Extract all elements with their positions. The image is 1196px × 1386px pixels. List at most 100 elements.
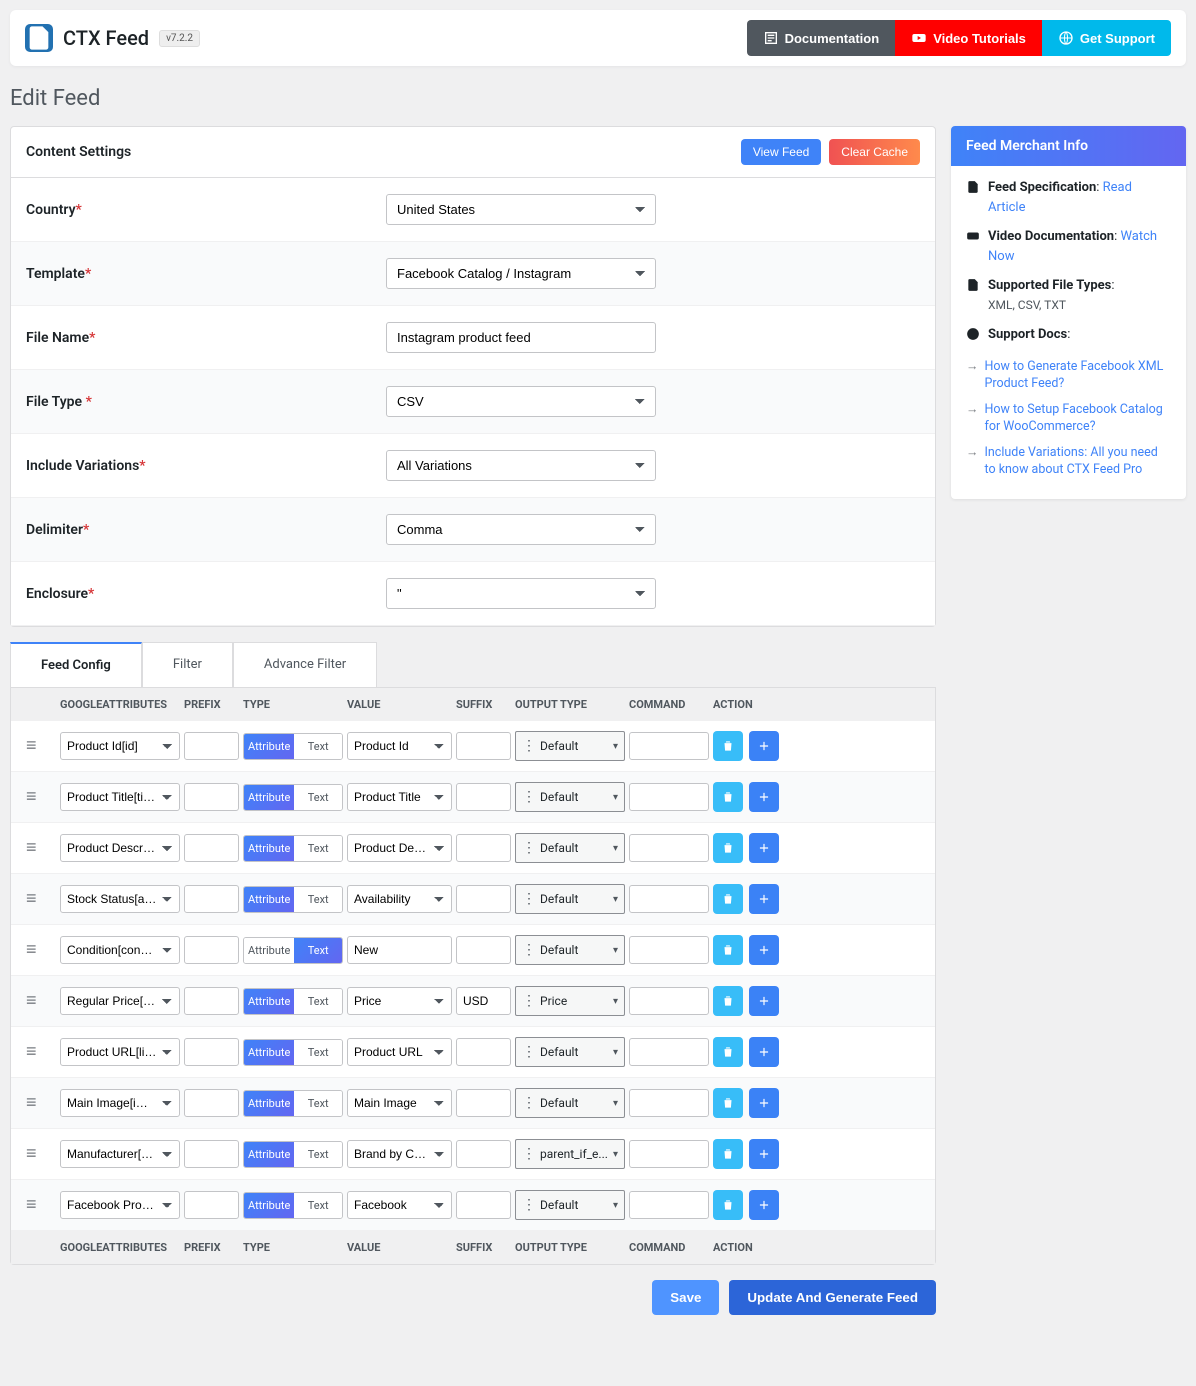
documentation-button[interactable]: Documentation [747, 20, 896, 56]
view-feed-button[interactable]: View Feed [741, 139, 821, 165]
type-text-button[interactable]: Text [294, 1040, 342, 1065]
prefix-input[interactable] [184, 783, 239, 811]
delete-row-button[interactable] [713, 1037, 743, 1067]
add-row-button[interactable] [749, 782, 779, 812]
add-row-button[interactable] [749, 884, 779, 914]
output-type-select[interactable]: ⋮Default [515, 1190, 625, 1220]
output-type-select[interactable]: ⋮Default [515, 935, 625, 965]
drag-handle-icon[interactable]: ≡ [26, 1196, 56, 1214]
google-attribute-select[interactable]: Stock Status[availability] [60, 885, 180, 913]
output-type-select[interactable]: ⋮Default [515, 1037, 625, 1067]
google-attribute-select[interactable]: Condition[condition] [60, 936, 180, 964]
prefix-input[interactable] [184, 732, 239, 760]
drag-handle-icon[interactable]: ≡ [26, 788, 56, 806]
type-attribute-button[interactable]: Attribute [244, 1040, 294, 1065]
add-row-button[interactable] [749, 731, 779, 761]
command-input[interactable] [629, 783, 709, 811]
suffix-input[interactable] [456, 987, 511, 1015]
type-text-button[interactable]: Text [294, 836, 342, 861]
enclosure-select[interactable]: " [386, 578, 656, 609]
google-attribute-select[interactable]: Product Description [60, 834, 180, 862]
prefix-input[interactable] [184, 987, 239, 1015]
command-input[interactable] [629, 834, 709, 862]
suffix-input[interactable] [456, 834, 511, 862]
country-select[interactable]: United States [386, 194, 656, 225]
drag-handle-icon[interactable]: ≡ [26, 992, 56, 1010]
add-row-button[interactable] [749, 1190, 779, 1220]
add-row-button[interactable] [749, 1139, 779, 1169]
type-text-button[interactable]: Text [294, 785, 342, 810]
drag-handle-icon[interactable]: ≡ [26, 1043, 56, 1061]
add-row-button[interactable] [749, 833, 779, 863]
delimiter-select[interactable]: Comma [386, 514, 656, 545]
delete-row-button[interactable] [713, 731, 743, 761]
save-button[interactable]: Save [652, 1280, 719, 1315]
type-attribute-button[interactable]: Attribute [244, 938, 294, 963]
video-tutorials-button[interactable]: Video Tutorials [895, 20, 1042, 56]
type-text-button[interactable]: Text [294, 734, 342, 759]
command-input[interactable] [629, 987, 709, 1015]
prefix-input[interactable] [184, 1140, 239, 1168]
value-select[interactable]: Product Description [347, 834, 452, 862]
filetype-select[interactable]: CSV [386, 386, 656, 417]
google-attribute-select[interactable]: Facebook Product Category [60, 1191, 180, 1219]
value-select[interactable]: Main Image [347, 1089, 452, 1117]
output-type-select[interactable]: ⋮Price [515, 986, 625, 1016]
value-select[interactable]: Product URL [347, 1038, 452, 1066]
support-doc-link[interactable]: How to Generate Facebook XML Product Fee… [985, 358, 1172, 393]
type-text-button[interactable]: Text [294, 989, 342, 1014]
suffix-input[interactable] [456, 1089, 511, 1117]
drag-handle-icon[interactable]: ≡ [26, 890, 56, 908]
drag-handle-icon[interactable]: ≡ [26, 839, 56, 857]
support-doc-link[interactable]: How to Setup Facebook Catalog for WooCom… [985, 401, 1172, 436]
delete-row-button[interactable] [713, 986, 743, 1016]
add-row-button[interactable] [749, 986, 779, 1016]
type-text-button[interactable]: Text [294, 887, 342, 912]
delete-row-button[interactable] [713, 1190, 743, 1220]
command-input[interactable] [629, 1140, 709, 1168]
drag-handle-icon[interactable]: ≡ [26, 1145, 56, 1163]
suffix-input[interactable] [456, 885, 511, 913]
type-attribute-button[interactable]: Attribute [244, 836, 294, 861]
google-attribute-select[interactable]: Product Id[id] [60, 732, 180, 760]
type-attribute-button[interactable]: Attribute [244, 989, 294, 1014]
update-generate-button[interactable]: Update And Generate Feed [729, 1280, 936, 1315]
delete-row-button[interactable] [713, 833, 743, 863]
command-input[interactable] [629, 1038, 709, 1066]
filename-input[interactable] [386, 322, 656, 353]
value-select[interactable]: Facebook [347, 1191, 452, 1219]
value-select[interactable]: Price [347, 987, 452, 1015]
prefix-input[interactable] [184, 1038, 239, 1066]
suffix-input[interactable] [456, 1140, 511, 1168]
delete-row-button[interactable] [713, 1088, 743, 1118]
output-type-select[interactable]: ⋮Default [515, 1088, 625, 1118]
add-row-button[interactable] [749, 1088, 779, 1118]
value-input[interactable] [347, 936, 452, 964]
output-type-select[interactable]: ⋮Default [515, 731, 625, 761]
prefix-input[interactable] [184, 936, 239, 964]
value-select[interactable]: Product Title [347, 783, 452, 811]
value-select[interactable]: Availability [347, 885, 452, 913]
type-text-button[interactable]: Text [294, 938, 342, 963]
clear-cache-button[interactable]: Clear Cache [829, 139, 920, 165]
suffix-input[interactable] [456, 732, 511, 760]
google-attribute-select[interactable]: Manufacturer[brand] [60, 1140, 180, 1168]
variations-select[interactable]: All Variations [386, 450, 656, 481]
command-input[interactable] [629, 1191, 709, 1219]
google-attribute-select[interactable]: Product Title[title] [60, 783, 180, 811]
drag-handle-icon[interactable]: ≡ [26, 1094, 56, 1112]
add-row-button[interactable] [749, 935, 779, 965]
suffix-input[interactable] [456, 783, 511, 811]
suffix-input[interactable] [456, 1038, 511, 1066]
command-input[interactable] [629, 732, 709, 760]
delete-row-button[interactable] [713, 1139, 743, 1169]
google-attribute-select[interactable]: Main Image[image_link] [60, 1089, 180, 1117]
value-select[interactable]: Brand by CTX Feed [347, 1140, 452, 1168]
prefix-input[interactable] [184, 1191, 239, 1219]
delete-row-button[interactable] [713, 935, 743, 965]
prefix-input[interactable] [184, 1089, 239, 1117]
type-attribute-button[interactable]: Attribute [244, 1193, 294, 1218]
suffix-input[interactable] [456, 936, 511, 964]
command-input[interactable] [629, 1089, 709, 1117]
drag-handle-icon[interactable]: ≡ [26, 941, 56, 959]
